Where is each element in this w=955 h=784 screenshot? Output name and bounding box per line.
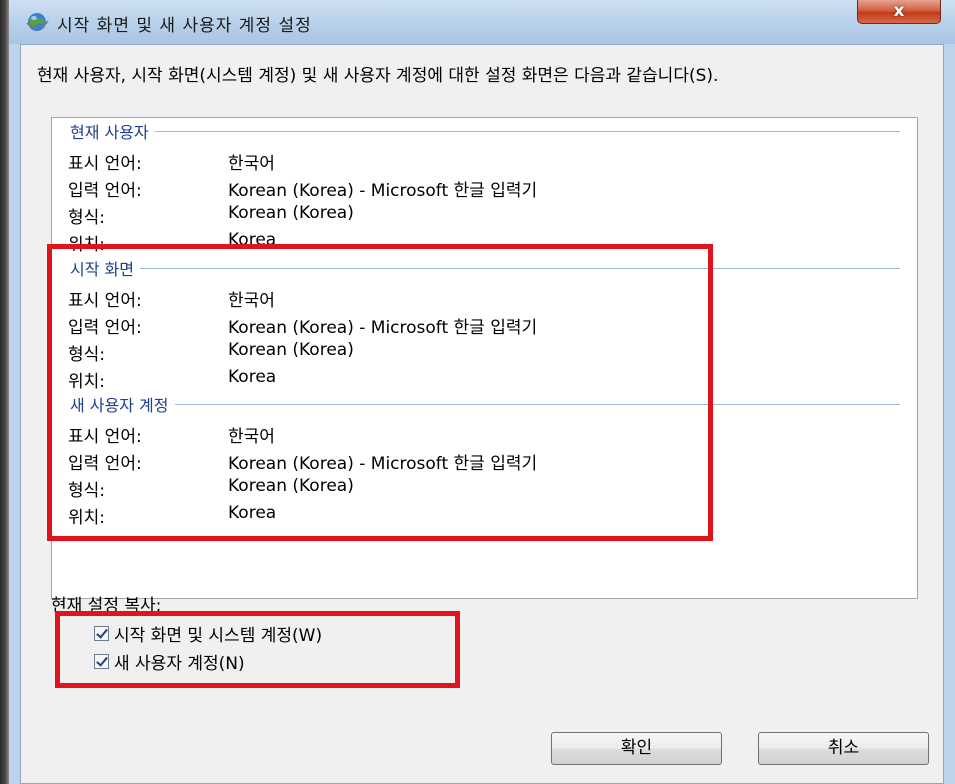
group-title: 시작 화면 [70,260,134,279]
row-value: Korean (Korea) [228,476,354,496]
group-header-new-user-account: 새 사용자 계정 [70,394,900,415]
group-divider [139,267,900,269]
row-key: 표시 언어: [68,427,142,447]
group-title: 현재 사용자 [70,123,149,142]
row-value: Korean (Korea) [228,203,354,223]
row-key: 입력 언어: [68,318,142,338]
row-value: Korea [228,230,277,250]
settings-summary-panel[interactable]: 현재 사용자 표시 언어: 한국어 입력 언어: Korean (Korea) … [51,117,918,599]
group-header-current-user: 현재 사용자 [70,121,900,142]
region-settings-dialog: 시작 화면 및 새 사용자 계정 설정 x 현재 사용자, 시작 화면(시스템 … [9,0,955,784]
row-value: Korea [228,503,277,523]
copy-settings-label: 현재 설정 복사: [51,596,162,616]
group-header-welcome-screen: 시작 화면 [70,258,900,279]
welcome-screen-checkbox-row[interactable]: 시작 화면 및 시스템 계정(W) [94,621,322,646]
welcome-screen-checkbox-label[interactable]: 시작 화면 및 시스템 계정(W) [114,621,322,646]
window-title: 시작 화면 및 새 사용자 계정 설정 [57,16,312,36]
row-value: Korea [228,367,277,387]
row-value: 한국어 [228,427,275,447]
cancel-button[interactable]: 취소 [758,732,929,765]
welcome-screen-checkbox[interactable] [94,625,109,641]
close-icon: x [893,1,905,21]
row-value: Korean (Korea) - Microsoft 한글 입력기 [228,181,538,201]
row-value: 한국어 [228,291,275,311]
row-value: Korean (Korea) - Microsoft 한글 입력기 [228,454,538,474]
title-bar[interactable]: 시작 화면 및 새 사용자 계정 설정 x [9,0,955,44]
row-key: 형식: [68,208,106,228]
row-key: 입력 언어: [68,454,142,474]
intro-text: 현재 사용자, 시작 화면(시스템 계정) 및 새 사용자 계정에 대한 설정 … [37,66,719,86]
row-key: 입력 언어: [68,181,142,201]
group-divider [174,403,900,405]
globe-icon [26,13,49,31]
row-key: 위치: [68,508,106,528]
row-value: 한국어 [228,154,275,174]
background-window-edge [0,0,9,784]
new-user-checkbox-label[interactable]: 새 사용자 계정(N) [114,649,245,674]
row-key: 표시 언어: [68,154,142,174]
row-value: Korean (Korea) - Microsoft 한글 입력기 [228,318,538,338]
new-user-checkbox[interactable] [94,653,109,669]
row-key: 형식: [68,345,106,365]
row-key: 표시 언어: [68,291,142,311]
close-button[interactable]: x [857,0,941,24]
row-key: 위치: [68,235,106,255]
ok-button[interactable]: 확인 [551,732,722,765]
row-key: 형식: [68,481,106,501]
new-user-checkbox-row[interactable]: 새 사용자 계정(N) [94,649,245,674]
group-divider [154,130,900,132]
group-title: 새 사용자 계정 [70,396,169,415]
row-key: 위치: [68,372,106,392]
row-value: Korean (Korea) [228,340,354,360]
dialog-client-area: 현재 사용자, 시작 화면(시스템 계정) 및 새 사용자 계정에 대한 설정 … [20,44,944,784]
